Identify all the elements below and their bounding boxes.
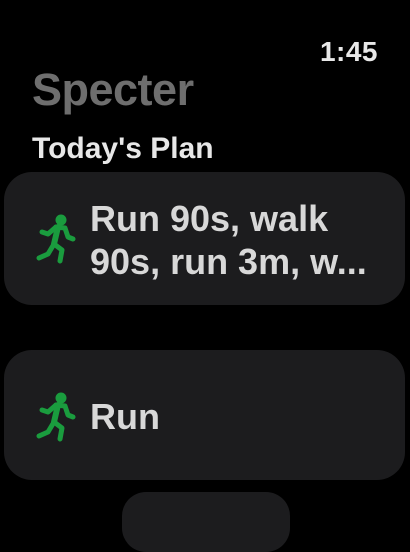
running-figure-icon: [36, 392, 76, 442]
watch-screen: { "status": { "time": "1:45" }, "app": {…: [0, 0, 410, 552]
app-title: Specter: [32, 64, 194, 115]
workout-label-line: Run: [90, 396, 160, 437]
workout-label-line: Run 90s, walk: [90, 198, 329, 239]
workout-card-run[interactable]: Run: [4, 350, 405, 480]
workout-card-interval-run[interactable]: Run 90s, walk 90s, run 3m, w...: [4, 172, 405, 305]
status-time: 1:45: [319, 36, 378, 67]
workout-card-partial[interactable]: [122, 492, 290, 552]
workout-label: Run: [90, 395, 383, 438]
workout-label-line: 90s, run 3m, w...: [90, 241, 367, 282]
workout-label: Run 90s, walk 90s, run 3m, w...: [90, 197, 383, 283]
section-header-todays-plan: Today's Plan: [32, 132, 214, 165]
running-figure-icon: [36, 214, 76, 264]
